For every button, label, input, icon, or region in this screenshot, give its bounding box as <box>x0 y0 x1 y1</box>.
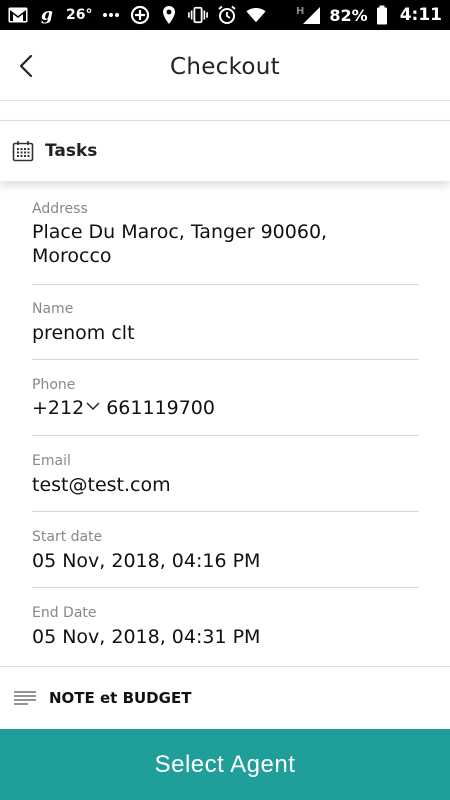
phone-country-code[interactable]: +212 <box>32 397 84 419</box>
start-date-label: Start date <box>32 529 103 545</box>
select-agent-button[interactable]: Select Agent <box>0 729 450 800</box>
phone-label: Phone <box>32 377 76 393</box>
checkout-details: Address Place Du Maroc, Tanger 90060, Mo… <box>0 181 450 666</box>
wifi-icon <box>246 5 267 25</box>
end-date-value: 05 Nov, 2018, 04:31 PM <box>32 626 261 648</box>
tasks-label: Tasks <box>45 141 98 161</box>
svg-text:g: g <box>41 6 53 24</box>
location-pin-icon <box>159 5 179 25</box>
tasks-section-header[interactable]: Tasks <box>0 121 450 181</box>
start-date-value: 05 Nov, 2018, 04:16 PM <box>32 550 261 572</box>
signal-icon: H <box>295 5 321 25</box>
phone-number: 661119700 <box>106 397 215 419</box>
note-budget-label: NOTE et BUDGET <box>49 689 192 707</box>
address-value-line1: Place Du Maroc, Tanger 90060, <box>32 221 328 243</box>
address-value-line2: Morocco <box>32 245 112 267</box>
address-field[interactable]: Address Place Du Maroc, Tanger 90060, Mo… <box>32 201 419 285</box>
note-budget-section-header[interactable]: NOTE et BUDGET <box>0 667 450 729</box>
status-bar-right: H 82% 4:11 <box>295 5 442 25</box>
email-field[interactable]: Email test@test.com <box>32 453 419 512</box>
header-divider <box>0 100 450 101</box>
status-bar-left: g 26° <box>8 5 267 25</box>
battery-icon <box>376 5 388 25</box>
status-bar: g 26° H 82% 4:11 <box>0 0 450 30</box>
temperature: 26° <box>66 7 93 23</box>
battery-percent: 82% <box>329 5 368 25</box>
add-circle-icon <box>130 5 150 25</box>
address-label: Address <box>32 201 88 217</box>
notes-lines-icon <box>14 690 36 706</box>
chevron-down-icon[interactable] <box>86 401 102 415</box>
vibrate-icon <box>188 5 209 25</box>
g-app-icon: g <box>37 5 57 25</box>
name-label: Name <box>32 301 74 317</box>
calendar-grid-icon <box>12 140 34 162</box>
name-field[interactable]: Name prenom clt <box>32 301 419 360</box>
email-label: Email <box>32 453 71 469</box>
gmail-icon <box>8 5 28 25</box>
alarm-icon <box>217 5 237 25</box>
phone-row: +212 661119700 <box>32 397 419 419</box>
page-title: Checkout <box>170 54 280 80</box>
phone-field[interactable]: Phone +212 661119700 <box>32 377 419 436</box>
network-letter: H <box>296 6 304 17</box>
more-dots-icon <box>101 5 121 25</box>
name-value: prenom clt <box>32 322 135 344</box>
clock-time: 4:11 <box>399 5 442 25</box>
end-date-field[interactable]: End Date 05 Nov, 2018, 04:31 PM <box>32 605 419 664</box>
email-value: test@test.com <box>32 474 171 496</box>
end-date-label: End Date <box>32 605 97 621</box>
start-date-field[interactable]: Start date 05 Nov, 2018, 04:16 PM <box>32 529 419 588</box>
top-app-bar: Checkout <box>0 30 450 102</box>
checkout-screen: g 26° H 82% 4:11 Checkout Tasks Address … <box>0 0 450 800</box>
